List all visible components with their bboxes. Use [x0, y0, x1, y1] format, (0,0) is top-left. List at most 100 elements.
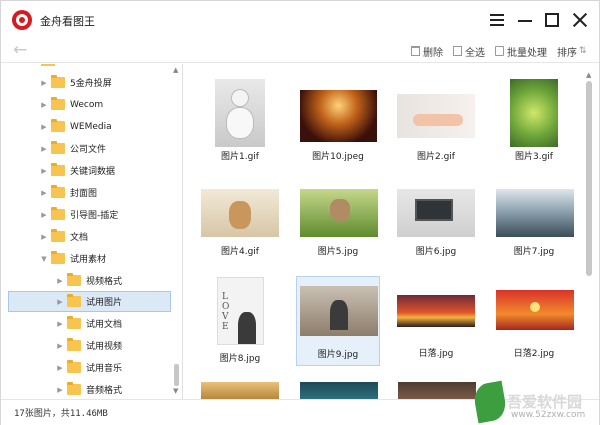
close-button[interactable]	[570, 10, 590, 30]
tree-item[interactable]: ▶ 试用文档	[55, 313, 122, 334]
checkbox-icon	[453, 46, 462, 56]
thumbnail-image	[496, 290, 574, 330]
sidebar-scrollbar[interactable]	[171, 64, 181, 399]
thumbnail-item[interactable]: LOVE 图片8.jpg	[198, 273, 282, 364]
thumbnail-image	[300, 90, 377, 142]
tree-item-expanded[interactable]: ▼ 试用素材	[39, 248, 106, 269]
thumbnail-name: 日落2.jpg	[513, 349, 555, 359]
thumbnail-image	[300, 189, 378, 237]
batch-label: 批量处理	[507, 47, 547, 59]
minimize-button[interactable]	[515, 10, 535, 30]
delete-button[interactable]: 删除	[411, 44, 443, 59]
sidebar-scrollbar-thumb[interactable]	[174, 364, 179, 386]
tree-item[interactable]: ▶ WEMedia	[39, 116, 112, 137]
tree-item[interactable]: ▶ 试用音乐	[55, 357, 122, 378]
expand-arrow-icon[interactable]: ▶	[39, 101, 49, 109]
tree-item[interactable]: ▶ 封面图	[39, 182, 97, 203]
thumbnail-item[interactable]: 图片4.gif	[198, 167, 282, 257]
delete-label: 删除	[423, 47, 443, 59]
sort-label: 排序	[557, 47, 577, 59]
tree-item[interactable]: ▶ 视频格式	[55, 270, 122, 291]
expand-arrow-icon[interactable]: ▶	[55, 386, 65, 394]
thumbnail-item[interactable]: 图片3.gif	[492, 72, 576, 162]
scroll-up-arrow-icon[interactable]: ▲	[586, 71, 591, 79]
batch-process-button[interactable]: 批量处理	[495, 44, 547, 59]
thumbnail-image	[201, 189, 279, 237]
title-bar: 金舟看图王	[1, 1, 599, 39]
sort-button[interactable]: 排序 ⇅	[557, 44, 587, 59]
thumbnail-name: 图片4.gif	[221, 247, 259, 257]
thumbnail-image	[215, 79, 265, 147]
tree-item-label: 封面图	[70, 189, 98, 199]
thumbnail-item[interactable]: 图片10.jpeg	[296, 72, 380, 162]
tree-item[interactable]: ▶ 引导图-插定	[39, 204, 118, 225]
expand-arrow-icon[interactable]: ▶	[39, 145, 49, 153]
expand-arrow-icon[interactable]: ▶	[39, 79, 49, 87]
thumbnail-item-selected[interactable]: 图片9.jpg	[296, 276, 380, 366]
expand-arrow-icon[interactable]: ▶	[55, 364, 65, 372]
thumbnail-item[interactable]: 日落2.jpg	[492, 276, 576, 366]
thumbnail-image: LOVE	[217, 277, 264, 345]
leaf-icon	[471, 380, 509, 424]
folder-icon	[67, 273, 81, 286]
thumbnail-image	[397, 295, 475, 327]
expand-arrow-icon[interactable]: ▶	[39, 211, 49, 219]
expand-arrow-icon[interactable]: ▶	[39, 123, 49, 131]
folder-tree: ▶ 5金舟投屏 ▶ Wecom ▶ WEMedia ▶ 公司文件 ▶ 关键词数据 ▶ 封面图…	[1, 64, 183, 399]
folder-icon	[51, 119, 65, 132]
tree-item[interactable]: ▶ 音频格式	[55, 379, 122, 399]
scroll-up-arrow-icon[interactable]: ▲	[173, 66, 178, 74]
watermark-logo: 吾爱软件园 www.52zxw.com	[471, 377, 600, 425]
folder-icon	[51, 229, 65, 242]
thumbnail-image[interactable]	[300, 382, 378, 399]
expand-arrow-icon[interactable]: ▶	[39, 233, 49, 241]
expand-arrow-icon[interactable]: ▶	[55, 298, 65, 306]
tree-item[interactable]: ▶ 关键词数据	[39, 160, 115, 181]
tree-item-label: 音频格式	[86, 386, 123, 396]
tree-item[interactable]: ▶ 试用视频	[55, 335, 122, 356]
menu-button[interactable]	[487, 10, 507, 30]
thumbnail-name: 图片6.jpg	[415, 247, 457, 257]
thumbnail-item[interactable]: 图片6.jpg	[394, 167, 478, 257]
clipped-tree-item	[41, 64, 161, 66]
tree-item-selected[interactable]: ▶ 试用图片	[8, 291, 171, 312]
tree-item[interactable]: ▶ 文档	[39, 226, 88, 247]
thumbnail-image	[397, 94, 475, 138]
tree-item-label: Wecom	[70, 99, 104, 110]
expand-arrow-icon[interactable]: ▶	[39, 189, 49, 197]
folder-icon	[51, 207, 65, 220]
thumbnail-name: 图片3.gif	[515, 152, 553, 162]
thumbnail-image[interactable]	[201, 382, 279, 399]
thumbnail-image[interactable]	[398, 382, 476, 399]
select-all-checkbox[interactable]: 全选	[453, 44, 485, 59]
thumbnail-item[interactable]: 图片5.jpg	[296, 167, 380, 257]
thumbnail-name: 图片10.jpeg	[312, 152, 364, 162]
watermark-title: 吾爱软件园	[507, 393, 583, 411]
thumbnail-item[interactable]: 图片2.gif	[394, 72, 478, 162]
tree-item-label: 试用视频	[86, 342, 123, 352]
thumbnail-item[interactable]: 图片7.jpg	[492, 167, 576, 257]
folder-icon	[67, 360, 81, 373]
folder-icon	[51, 251, 65, 264]
thumbnail-name: 图片9.jpg	[317, 350, 359, 360]
maximize-button[interactable]	[542, 10, 562, 30]
tree-item[interactable]: ▶ Wecom	[39, 94, 103, 115]
back-arrow-icon[interactable]: ←	[13, 41, 27, 59]
tree-item[interactable]: ▶ 公司文件	[39, 138, 106, 159]
thumbnail-name: 图片8.jpg	[219, 354, 261, 364]
tree-item[interactable]: ▶ 5金舟投屏	[39, 72, 112, 93]
watermark-url: www.52zxw.com	[511, 410, 586, 420]
scroll-down-arrow-icon[interactable]: ▼	[173, 387, 178, 395]
tree-item-label: 试用图片	[86, 298, 123, 308]
expand-arrow-icon[interactable]: ▶	[55, 342, 65, 350]
collapse-arrow-icon[interactable]: ▼	[39, 255, 49, 263]
expand-arrow-icon[interactable]: ▶	[55, 277, 65, 285]
thumbnail-name: 图片7.jpg	[513, 247, 555, 257]
expand-arrow-icon[interactable]: ▶	[55, 320, 65, 328]
folder-icon	[67, 382, 81, 395]
content-scrollbar-thumb[interactable]	[586, 81, 592, 276]
expand-arrow-icon[interactable]: ▶	[39, 167, 49, 175]
thumbnail-name: 图片2.gif	[417, 152, 455, 162]
thumbnail-item[interactable]: 图片1.gif	[198, 72, 282, 162]
thumbnail-item[interactable]: 日落.jpg	[394, 276, 478, 366]
